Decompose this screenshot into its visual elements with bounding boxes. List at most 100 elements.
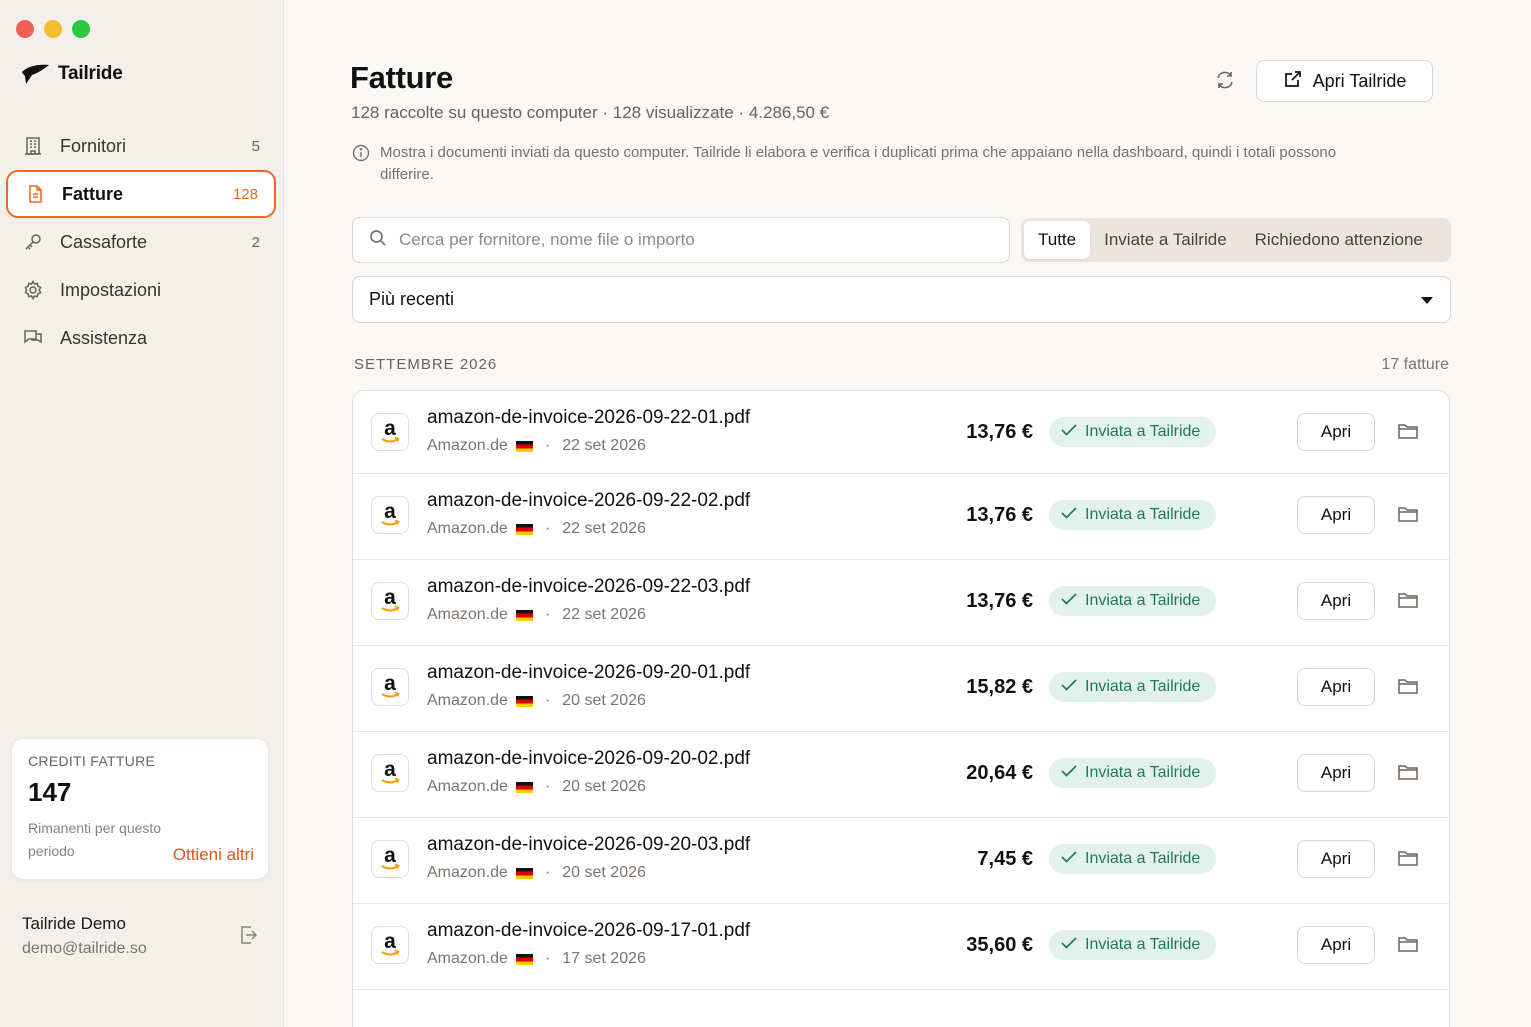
open-invoice-button[interactable]: Apri (1297, 413, 1375, 451)
sidebar-item-assistenza[interactable]: Assistenza (6, 314, 276, 362)
get-more-credits-link[interactable]: Ottieni altri (173, 845, 254, 865)
sidebar-item-label: Impostazioni (60, 279, 162, 300)
svg-text:a: a (384, 846, 396, 867)
amazon-logo-icon: a (371, 840, 409, 878)
file-name: amazon-de-invoice-2026-09-22-01.pdf (427, 407, 751, 428)
refresh-icon[interactable] (1214, 69, 1236, 96)
user-info: Tailride Demo demo@tailride.so (22, 914, 147, 958)
invoice-list: a amazon-de-invoice-2026-09-22-01.pdf Am… (352, 390, 1450, 1027)
open-tailride-label: Apri Tailride (1312, 70, 1407, 91)
status-label: Inviata a Tailride (1085, 936, 1201, 953)
window-controls (16, 20, 90, 38)
amazon-logo-icon: a (371, 496, 409, 534)
folder-icon[interactable] (1397, 848, 1419, 873)
sidebar-item-impostazioni[interactable]: Impostazioni (6, 266, 276, 314)
info-text: Mostra i documenti inviati da questo com… (380, 144, 1337, 183)
folder-icon[interactable] (1397, 421, 1419, 446)
sort-value: Più recenti (369, 289, 455, 309)
status-label: Inviata a Tailride (1085, 678, 1201, 695)
german-flag-icon (515, 440, 533, 452)
status-label: Inviata a Tailride (1085, 850, 1201, 867)
german-flag-icon (515, 953, 533, 965)
credits-subtitle: Rimanenti per questo periodo (28, 820, 162, 859)
invoice-meta: Amazon.de · 22 set 2026 (427, 606, 646, 624)
invoice-amount: 13,76 € (966, 421, 1033, 443)
folder-icon[interactable] (1397, 676, 1419, 701)
invoice-row[interactable]: a amazon-de-invoice-2026-09-20-01.pdf Am… (353, 646, 1449, 732)
building-icon (22, 135, 44, 157)
sidebar-item-fornitori[interactable]: Fornitori 5 (6, 122, 276, 170)
sidebar-nav: Fornitori 5 Fatture 128 Cassaforte 2 Imp… (6, 122, 276, 362)
brand: Tailride (20, 62, 123, 86)
sidebar-item-label: Cassaforte (60, 231, 148, 252)
zoom-window-button[interactable] (72, 20, 90, 38)
invoice-meta: Amazon.de · 20 set 2026 (427, 692, 646, 710)
minimize-window-button[interactable] (44, 20, 62, 38)
invoice-row[interactable]: a amazon-de-invoice-2026-09-20-03.pdf Am… (353, 818, 1449, 904)
user-name: Tailride Demo (22, 914, 126, 933)
tab-attenzione[interactable]: Richiedono attenzione (1241, 221, 1437, 259)
main-content: Fatture 128 raccolte su questo computer … (284, 0, 1531, 1027)
status-badge: Inviata a Tailride (1049, 417, 1217, 447)
file-name: amazon-de-invoice-2026-09-20-03.pdf (427, 834, 751, 855)
check-icon (1061, 678, 1077, 696)
folder-icon[interactable] (1397, 934, 1419, 959)
german-flag-icon (515, 695, 533, 707)
open-invoice-button[interactable]: Apri (1297, 582, 1375, 620)
tailride-logo-icon (22, 64, 49, 84)
status-label: Inviata a Tailride (1085, 506, 1201, 523)
folder-icon[interactable] (1397, 762, 1419, 787)
amazon-logo-icon: a (371, 926, 409, 964)
document-icon (24, 183, 46, 205)
open-tailride-button[interactable]: Apri Tailride (1256, 60, 1433, 102)
invoice-date: 17 set 2026 (562, 950, 646, 967)
separator: · (544, 606, 551, 623)
sidebar-item-fatture[interactable]: Fatture 128 (6, 170, 276, 218)
open-invoice-button[interactable]: Apri (1297, 496, 1375, 534)
invoice-row[interactable]: a amazon-de-invoice-2026-09-20-02.pdf Am… (353, 732, 1449, 818)
status-badge: Inviata a Tailride (1049, 758, 1217, 788)
status-label: Inviata a Tailride (1085, 423, 1201, 440)
svg-text:a: a (384, 419, 396, 440)
status-badge: Inviata a Tailride (1049, 500, 1217, 530)
folder-icon[interactable] (1397, 504, 1419, 529)
separator: · (544, 692, 551, 709)
search-input[interactable] (399, 230, 979, 250)
tab-inviate[interactable]: Inviate a Tailride (1090, 221, 1241, 259)
chat-icon (22, 327, 44, 349)
sort-select[interactable]: Più recenti (352, 276, 1451, 323)
sidebar-item-count: 2 (251, 233, 260, 251)
invoice-row[interactable]: a amazon-de-invoice-2026-09-17-01.pdf Am… (353, 904, 1449, 990)
invoice-amount: 35,60 € (966, 934, 1033, 956)
invoice-amount: 13,76 € (966, 590, 1033, 612)
vendor-name: Amazon.de (427, 520, 508, 537)
svg-text:a: a (384, 932, 396, 953)
sidebar-item-cassaforte[interactable]: Cassaforte 2 (6, 218, 276, 266)
invoice-date: 20 set 2026 (562, 692, 646, 709)
open-invoice-button[interactable]: Apri (1297, 926, 1375, 964)
status-badge: Inviata a Tailride (1049, 844, 1217, 874)
invoice-date: 22 set 2026 (562, 520, 646, 537)
invoice-row[interactable]: a amazon-de-invoice-2026-09-22-02.pdf Am… (353, 474, 1449, 560)
invoice-amount: 13,76 € (966, 504, 1033, 526)
invoice-date: 20 set 2026 (562, 864, 646, 881)
month-count: 17 fatture (1381, 356, 1449, 373)
folder-icon[interactable] (1397, 590, 1419, 615)
check-icon (1061, 506, 1077, 524)
invoice-amount: 20,64 € (966, 762, 1033, 784)
file-name: amazon-de-invoice-2026-09-22-02.pdf (427, 490, 751, 511)
file-name: amazon-de-invoice-2026-09-20-02.pdf (427, 748, 751, 769)
invoice-row[interactable]: a amazon-de-invoice-2026-09-22-03.pdf Am… (353, 560, 1449, 646)
german-flag-icon (515, 609, 533, 621)
invoice-row[interactable]: a amazon-de-invoice-2026-09-22-01.pdf Am… (353, 391, 1449, 474)
vendor-name: Amazon.de (427, 864, 508, 881)
svg-text:a: a (384, 588, 396, 609)
close-window-button[interactable] (16, 20, 34, 38)
status-badge: Inviata a Tailride (1049, 586, 1217, 616)
tab-tutte[interactable]: Tutte (1024, 221, 1091, 259)
invoice-date: 22 set 2026 (562, 437, 646, 454)
open-invoice-button[interactable]: Apri (1297, 668, 1375, 706)
open-invoice-button[interactable]: Apri (1297, 754, 1375, 792)
logout-icon[interactable] (238, 924, 258, 951)
open-invoice-button[interactable]: Apri (1297, 840, 1375, 878)
